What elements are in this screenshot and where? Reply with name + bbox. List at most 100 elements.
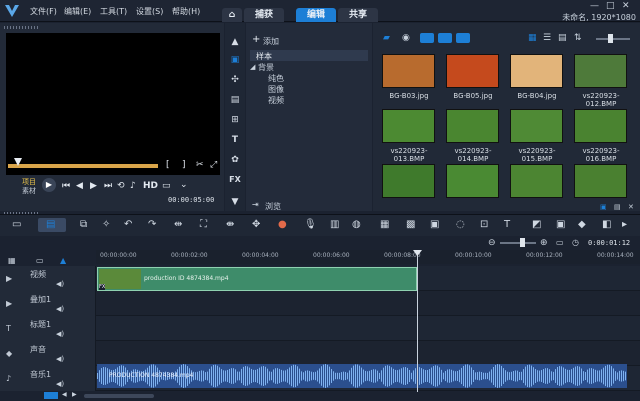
split-clip-icon[interactable]: ✂ — [196, 160, 204, 170]
folder-item-image[interactable]: 图像 — [268, 84, 284, 95]
record-icon[interactable]: ◉ — [402, 33, 410, 43]
zoom-out-icon[interactable]: ⊖ — [488, 238, 496, 248]
repeat-icon[interactable]: ⟲ — [117, 181, 125, 191]
folder-item-samples[interactable]: 样本 — [256, 51, 272, 62]
go-start-icon[interactable]: ⏮ — [62, 181, 70, 191]
timeline-scrollbar[interactable] — [84, 394, 154, 398]
storyboard-view-icon[interactable]: ▭ — [12, 219, 21, 230]
fx-filter-icon[interactable]: FX — [229, 174, 241, 186]
trim-icon[interactable]: ⇹ — [174, 219, 182, 230]
multicam-icon[interactable]: ▦ — [380, 219, 389, 230]
track-mute-icon[interactable]: ◀) — [56, 355, 64, 363]
mode-clip-label[interactable]: 素材 — [22, 186, 36, 196]
ripple-edit-icon[interactable]: ▭ — [36, 256, 44, 265]
filter-video-button[interactable] — [420, 33, 434, 43]
minimize-button[interactable]: — — [590, 1, 599, 11]
library-close-icon[interactable]: ✕ — [628, 203, 634, 211]
export-icon[interactable]: ▸ — [622, 219, 627, 230]
crop-icon[interactable]: ⛶ — [200, 219, 207, 230]
menu-help[interactable]: 帮助(H) — [172, 6, 200, 17]
transition-tool-icon[interactable]: ◧ — [602, 219, 611, 230]
folder-item-video[interactable]: 视频 — [268, 95, 284, 106]
browse-icon[interactable]: ⇥ — [252, 200, 259, 209]
timecode-display[interactable]: 00:00:05:00 — [168, 196, 214, 204]
volume-icon[interactable]: ♪ — [130, 181, 136, 191]
add-track-icon[interactable]: ▦ — [8, 256, 16, 265]
track-mute-icon[interactable]: ◀) — [56, 330, 64, 338]
menu-file[interactable]: 文件(F) — [30, 6, 57, 17]
filter-audio-button[interactable] — [456, 33, 470, 43]
mark-out-button[interactable]: ] — [182, 160, 186, 170]
copy-icon[interactable]: ⧉ — [80, 219, 87, 230]
aspect-icon[interactable]: ▭ — [162, 181, 171, 191]
mark-in-button[interactable]: [ — [166, 160, 170, 170]
text-icon[interactable]: T — [229, 134, 241, 146]
tab-capture[interactable]: 捕获 — [244, 8, 284, 22]
expand-down-icon[interactable]: ▼ — [229, 196, 241, 208]
record-voice-icon[interactable]: 🎙 — [304, 219, 317, 230]
track-mute-icon[interactable]: ◀) — [56, 280, 64, 288]
zoom-slider[interactable] — [500, 242, 536, 244]
motion-track-icon[interactable]: ◌ — [456, 219, 465, 230]
scroll-right-icon[interactable]: ▶ — [72, 391, 77, 398]
zoom-in-icon[interactable]: ⊕ — [540, 238, 548, 248]
menu-settings[interactable]: 设置(S) — [136, 6, 163, 17]
graphic-icon[interactable]: ✿ — [229, 154, 241, 166]
expand-triangle-icon[interactable]: ◢ — [250, 63, 255, 71]
hd-toggle[interactable]: HD — [143, 181, 158, 191]
render-icon[interactable]: ▣ — [556, 219, 565, 230]
track-options-icon[interactable]: ▲ — [60, 256, 66, 265]
mask-icon[interactable]: ▩ — [406, 219, 415, 230]
transition-icon[interactable]: ▤ — [229, 94, 241, 106]
thumb-size-handle[interactable] — [608, 34, 613, 43]
filter-photo-button[interactable] — [438, 33, 452, 43]
expand-icon[interactable]: ⤢ — [210, 160, 217, 170]
instant-project-icon[interactable]: ✣ — [229, 74, 241, 86]
menu-tools[interactable]: 工具(T) — [100, 6, 127, 17]
subtitle-icon[interactable]: ◍ — [352, 219, 361, 230]
add-folder-label[interactable]: 添加 — [263, 36, 279, 47]
import-folder-icon[interactable]: ▰ — [383, 33, 390, 43]
go-end-icon[interactable]: ⏭ — [104, 181, 112, 191]
play-button[interactable]: ▶ — [42, 178, 56, 192]
settings-dropdown-icon[interactable]: ⌄ — [180, 180, 188, 190]
motion-icon[interactable]: ✥ — [252, 219, 260, 230]
tab-home[interactable]: ⌂ — [222, 8, 242, 22]
library-toggle-icon[interactable]: ▣ — [600, 203, 607, 211]
menu-edit[interactable]: 编辑(E) — [64, 6, 91, 17]
view-thumbnail-icon[interactable]: ▦ — [528, 33, 537, 43]
frame-icon[interactable]: ⊡ — [480, 219, 488, 230]
video-clip[interactable]: production ID 4874384.mp4 FX — [97, 267, 417, 291]
tab-edit[interactable]: 编辑 — [296, 8, 336, 22]
split-icon[interactable]: ⇼ — [226, 219, 234, 230]
browse-label[interactable]: 浏览 — [265, 201, 281, 212]
timeline-bottom-button[interactable] — [44, 392, 58, 399]
clock-icon[interactable]: ◷ — [572, 238, 579, 247]
mixer-icon[interactable]: ▥ — [330, 219, 339, 230]
track-header[interactable] — [0, 266, 96, 291]
zoom-timecode[interactable]: 0:00:01:12 — [588, 239, 630, 247]
thumb-size-slider[interactable] — [596, 38, 630, 40]
media-icon[interactable]: ▣ — [229, 54, 241, 66]
library-options-icon[interactable]: ▤ — [614, 203, 621, 211]
title-tool-icon[interactable]: T — [504, 219, 510, 230]
speed-icon[interactable]: ◩ — [532, 219, 541, 230]
playhead[interactable] — [417, 252, 418, 392]
color-icon[interactable]: ● — [278, 219, 287, 230]
panel-grip[interactable] — [4, 26, 40, 29]
folder-item-background[interactable]: 背景 — [258, 62, 274, 73]
title-icon[interactable]: ⊞ — [229, 114, 241, 126]
track-header[interactable] — [0, 341, 96, 366]
scroll-left-icon[interactable]: ◀ — [62, 391, 67, 398]
magic-tool-icon[interactable]: ✧ — [102, 219, 110, 230]
folder-item-solid[interactable]: 纯色 — [268, 73, 284, 84]
theme-icon[interactable]: ◆ — [578, 219, 586, 230]
close-button[interactable]: ✕ — [622, 1, 630, 11]
zoom-handle[interactable] — [520, 238, 525, 247]
sort-icon[interactable]: ⇅ — [574, 33, 582, 43]
add-folder-icon[interactable]: + — [252, 34, 260, 45]
undo-icon[interactable]: ↶ — [124, 219, 132, 230]
prev-frame-icon[interactable]: ◀ — [76, 181, 83, 191]
track-mute-icon[interactable]: ◀) — [56, 305, 64, 313]
audio-ducking-icon[interactable]: ▣ — [430, 219, 439, 230]
